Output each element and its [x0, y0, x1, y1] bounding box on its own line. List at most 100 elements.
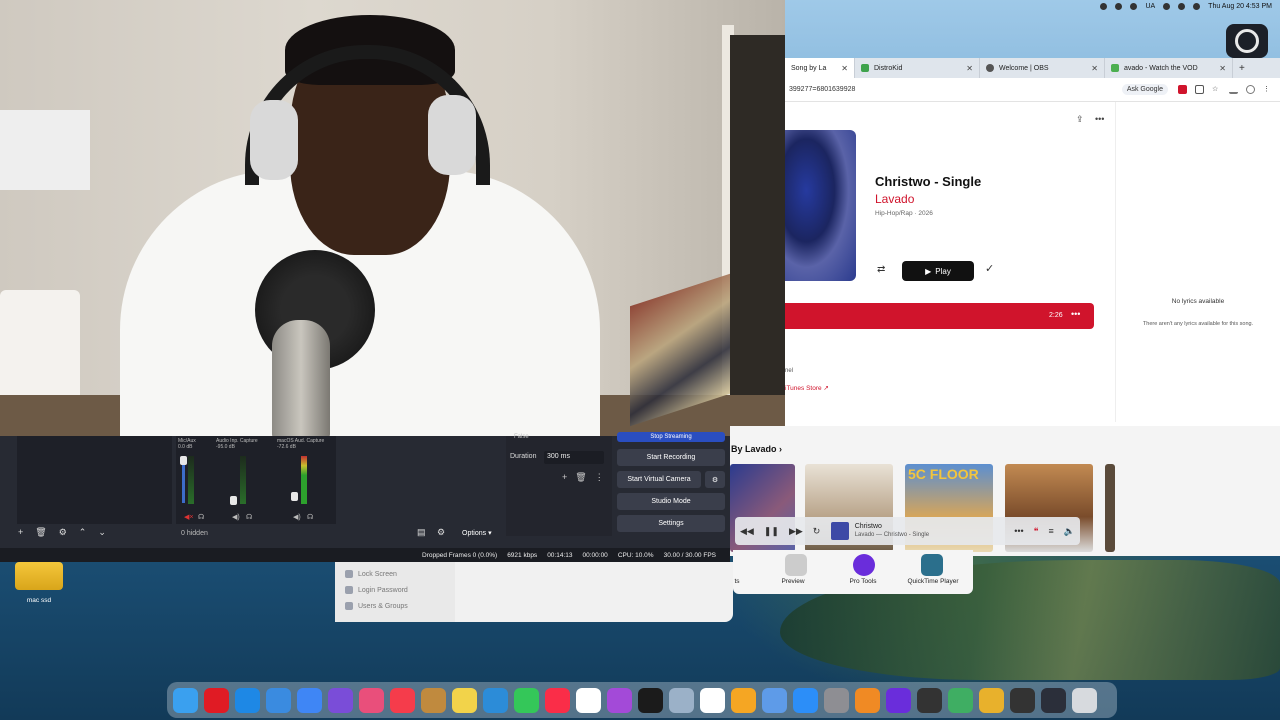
rewind-icon[interactable]: ◀◀	[740, 526, 754, 537]
volume-icon[interactable]	[1130, 2, 1138, 10]
tab-apple-music[interactable]: Song by La ✕	[785, 58, 855, 78]
capcut-icon[interactable]	[948, 687, 973, 713]
headphone-monitor-icon[interactable]: ☊	[307, 513, 313, 521]
obs-app-icon[interactable]	[1226, 24, 1268, 58]
album-artwork[interactable]	[785, 130, 856, 281]
speaker-icon[interactable]: 🔈	[1064, 526, 1075, 537]
pause-icon[interactable]: ❚❚	[764, 526, 779, 537]
speaker-icon[interactable]: ◀)	[232, 513, 240, 521]
share-icon[interactable]: ⇪	[1076, 114, 1084, 125]
fader-knob[interactable]	[230, 496, 237, 505]
lyrics-icon[interactable]: ❝	[1034, 526, 1039, 537]
settings-item-login-password[interactable]: Login Password	[345, 586, 408, 594]
safari-icon[interactable]	[266, 687, 291, 713]
extension-icon[interactable]	[1178, 85, 1187, 94]
app-label[interactable]: QuickTime Player	[903, 578, 963, 585]
url-text[interactable]: 399277=6801639928	[789, 86, 1122, 93]
pro-tools-icon[interactable]	[853, 554, 875, 576]
battery-icon[interactable]	[1163, 2, 1171, 10]
album-card[interactable]	[1105, 464, 1115, 552]
app-label[interactable]: Preview	[763, 578, 823, 585]
start-virtual-camera-button[interactable]: Start Virtual Camera	[617, 471, 701, 488]
fader-knob[interactable]	[180, 456, 187, 465]
chrome-icon[interactable]	[979, 687, 1004, 713]
help-icon[interactable]	[669, 687, 694, 713]
fader-knob[interactable]	[291, 492, 298, 501]
close-tab-icon[interactable]: ✕	[966, 64, 973, 73]
podcasts-icon[interactable]	[607, 687, 632, 713]
more-options-icon[interactable]: •••	[1095, 114, 1104, 124]
preview-icon[interactable]	[785, 554, 807, 576]
shuffle-icon[interactable]: ⇄	[877, 264, 885, 275]
music-icon[interactable]	[545, 687, 570, 713]
more-by-heading[interactable]: By Lavado ›	[731, 444, 782, 454]
studio-mode-button[interactable]: Studio Mode	[617, 493, 725, 510]
sources-panel[interactable]	[17, 436, 172, 524]
mini-player-artwork[interactable]	[831, 522, 849, 540]
muted-speaker-icon[interactable]: ◀×	[184, 513, 193, 521]
speaker-icon[interactable]: ◀)	[293, 513, 301, 521]
system-settings-icon[interactable]	[824, 687, 849, 713]
move-up-icon[interactable]: ⌃	[79, 527, 87, 538]
headphone-monitor-icon[interactable]: ☊	[246, 513, 252, 521]
close-tab-icon[interactable]: ✕	[841, 64, 848, 73]
screen-record-icon[interactable]	[1115, 2, 1123, 10]
bookmark-star-icon[interactable]: ☆	[1212, 85, 1221, 94]
wifi-icon[interactable]	[1178, 2, 1186, 10]
books-icon[interactable]	[855, 687, 880, 713]
itunes-store-link[interactable]: iTunes Store ↗	[785, 384, 829, 392]
new-tab-icon[interactable]: +	[1233, 63, 1245, 74]
input-source-label[interactable]: UA	[1145, 3, 1155, 10]
drive-label[interactable]: mac ssd	[14, 597, 64, 604]
stop-streaming-button[interactable]: Stop Streaming	[617, 432, 725, 442]
trash-icon[interactable]	[1072, 687, 1097, 713]
ask-google-button[interactable]: Ask Google	[1121, 84, 1168, 95]
circle-app-icon[interactable]	[235, 687, 260, 713]
source-properties-icon[interactable]: ⚙	[59, 527, 67, 538]
notes-brown-icon[interactable]	[421, 687, 446, 713]
move-down-icon[interactable]: ⌄	[98, 527, 106, 538]
transition-dropdown-value[interactable]: False	[514, 434, 529, 440]
obs-icon[interactable]	[1041, 687, 1066, 713]
control-icon[interactable]	[1100, 2, 1108, 10]
tab-distrokid[interactable]: DistroKid ✕	[855, 58, 980, 78]
app-label[interactable]: Pro Tools	[833, 578, 893, 585]
launchpad-icon[interactable]	[359, 687, 384, 713]
virtual-camera-settings-icon[interactable]: ⚙	[705, 471, 725, 488]
added-check-icon[interactable]: ✓	[985, 262, 994, 275]
advanced-audio-icon[interactable]: ⚙	[437, 527, 445, 538]
audio-app-icon[interactable]	[917, 687, 942, 713]
remove-transition-icon[interactable]: 🗑	[575, 472, 586, 483]
keychain-icon[interactable]	[762, 687, 787, 713]
artist-link[interactable]: Lavado	[875, 192, 914, 206]
menu-kebab-icon[interactable]: ⋮	[1263, 85, 1272, 94]
settings-button[interactable]: Settings	[617, 515, 725, 532]
add-source-icon[interactable]: +	[18, 527, 23, 538]
photos-icon[interactable]	[731, 687, 756, 713]
tab-vod[interactable]: avado - Watch the VOD ✕	[1105, 58, 1233, 78]
pro-tools-icon[interactable]	[886, 687, 911, 713]
freeform-icon[interactable]	[483, 687, 508, 713]
news-icon[interactable]	[390, 687, 415, 713]
siri-icon[interactable]	[328, 687, 353, 713]
download-icon[interactable]	[1229, 85, 1238, 94]
opera-icon[interactable]	[204, 687, 229, 713]
duration-input[interactable]: 300 ms	[544, 451, 604, 464]
app-store-icon[interactable]	[793, 687, 818, 713]
options-button[interactable]: Options ▾	[456, 527, 498, 539]
play-button[interactable]: ▶ Play	[902, 261, 974, 281]
close-tab-icon[interactable]: ✕	[1091, 64, 1098, 73]
address-bar[interactable]: 399277=6801639928 Ask Google ☆ ⋮	[785, 78, 1280, 102]
automator-icon[interactable]	[1010, 687, 1035, 713]
cast-icon[interactable]	[1195, 85, 1204, 94]
tab-obs[interactable]: Welcome | OBS ✕	[980, 58, 1105, 78]
close-tab-icon[interactable]: ✕	[1219, 64, 1226, 73]
forward-icon[interactable]: ▶▶	[789, 526, 803, 537]
headphone-monitor-icon[interactable]: ☊	[198, 513, 204, 521]
remove-source-icon[interactable]: 🗑	[35, 527, 46, 538]
settings-item-users-groups[interactable]: Users & Groups	[345, 602, 408, 610]
layout-icon[interactable]: ▤	[417, 527, 426, 538]
external-drive-icon[interactable]	[15, 562, 63, 590]
menubar-clock[interactable]: Thu Aug 20 4:53 PM	[1208, 3, 1272, 10]
reminders-icon[interactable]	[700, 687, 725, 713]
